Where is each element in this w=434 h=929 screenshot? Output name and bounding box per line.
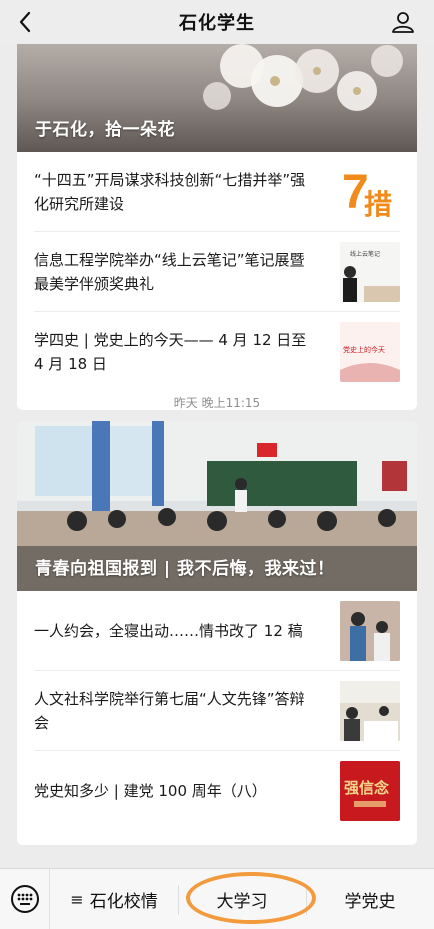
- message-list[interactable]: 于石化，拾一朵花 “十四五”开局谋求科技创新“七措并举”强化研究所建设 7 措 …: [0, 44, 434, 868]
- article-thumbnail: 7 措: [340, 162, 400, 222]
- keyboard-toggle-button[interactable]: [0, 868, 50, 929]
- thumb-glyph: 措: [364, 188, 392, 221]
- article-item[interactable]: 党史知多少 | 建党 100 周年（八） 强信念: [17, 751, 417, 831]
- article-title: 党史知多少 | 建党 100 周年（八）: [34, 782, 267, 800]
- article-thumbnail: [340, 601, 400, 661]
- article-item[interactable]: 信息工程学院举办“线上云笔记”笔记展暨最美学伴颁奖典礼 线上云笔记: [17, 232, 417, 312]
- chevron-left-icon: [19, 11, 31, 33]
- top-bar: 石化学生: [0, 0, 434, 44]
- article-thumbnail: 线上云笔记: [340, 242, 400, 302]
- hero-caption: 青春向祖国报到 | 我不后悔，我来过！: [35, 559, 335, 579]
- article-thumbnail: 强信念: [340, 761, 400, 821]
- menu-item-study[interactable]: 大学习: [178, 869, 306, 929]
- keyboard-icon: [10, 885, 39, 913]
- article-title: 信息工程学院举办“线上云笔记”笔记展暨最美学伴颁奖典礼: [34, 251, 305, 293]
- menu-item-label: 学党史: [344, 891, 396, 912]
- article-hero[interactable]: 于石化，拾一朵花: [17, 44, 417, 152]
- article-title: 学四史 | 党史上的今天—— 4 月 12 日至 4 月 18 日: [34, 331, 307, 373]
- article-card: 青春向祖国报到 | 我不后悔，我来过！ 一人约会，全寝出动……情书改了 12 稿: [17, 421, 417, 845]
- thumb-caption: 党史上的今天: [343, 345, 385, 354]
- article-item[interactable]: “十四五”开局谋求科技创新“七措并举”强化研究所建设 7 措: [17, 152, 417, 232]
- chat-screen: 石化学生 于石化，拾一朵花 “十四五”开局谋求科技创新“七措并举”强化研究所建设…: [0, 0, 434, 929]
- hamburger-icon: ≡: [70, 889, 84, 909]
- menu-item-campus-news[interactable]: ≡ 石化校情: [50, 869, 178, 929]
- profile-button[interactable]: [388, 7, 418, 37]
- hero-caption: 于石化，拾一朵花: [35, 120, 175, 140]
- article-thumbnail: 党史上的今天: [340, 322, 400, 382]
- article-thumbnail: [340, 681, 400, 741]
- article-item[interactable]: 人文社科学院举行第七届“人文先锋”答辩会: [17, 671, 417, 751]
- message-timestamp: 昨天 晚上11:15: [173, 396, 261, 410]
- person-icon: [392, 12, 414, 33]
- page-title: 石化学生: [179, 13, 255, 34]
- bottom-menu: ≡ 石化校情 大学习 学党史: [0, 868, 434, 929]
- article-item[interactable]: 学四史 | 党史上的今天—— 4 月 12 日至 4 月 18 日 党史上的今天: [17, 312, 417, 392]
- thumb-glyph: 强信念: [344, 779, 389, 797]
- article-title: 一人约会，全寝出动……情书改了 12 稿: [34, 622, 303, 640]
- article-hero[interactable]: 青春向祖国报到 | 我不后悔，我来过！: [17, 421, 417, 591]
- menu-item-party-history[interactable]: 学党史: [306, 869, 434, 929]
- menu-item-label: 大学习: [216, 891, 268, 912]
- article-card: 于石化，拾一朵花 “十四五”开局谋求科技创新“七措并举”强化研究所建设 7 措 …: [17, 44, 417, 410]
- article-item[interactable]: 一人约会，全寝出动……情书改了 12 稿: [17, 591, 417, 671]
- back-button[interactable]: [10, 7, 40, 37]
- menu-item-label: 石化校情: [89, 891, 158, 912]
- article-title: “十四五”开局谋求科技创新“七措并举”强化研究所建设: [34, 171, 306, 213]
- thumb-caption: 线上云笔记: [350, 250, 380, 258]
- article-title: 人文社科学院举行第七届“人文先锋”答辩会: [34, 690, 305, 732]
